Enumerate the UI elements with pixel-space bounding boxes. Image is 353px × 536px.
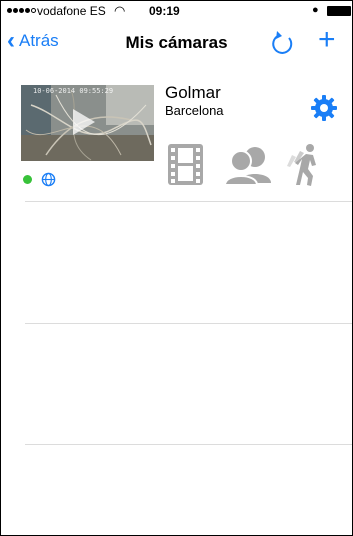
- app-frame: vodafone ES ◠ 09:19 ● ‹ Atrás Mis cámara…: [0, 0, 353, 536]
- camera-thumbnail[interactable]: 10-06-2014 09:55:29: [21, 85, 154, 161]
- film-icon[interactable]: [167, 143, 204, 186]
- navigation-bar: ‹ Atrás Mis cámaras +: [1, 21, 352, 65]
- motion-icon[interactable]: [286, 143, 326, 187]
- wifi-icon: ◠: [114, 3, 126, 18]
- globe-icon: [41, 172, 56, 187]
- list-separator: [25, 444, 352, 445]
- status-time: 09:19: [149, 4, 180, 18]
- alarm-icon: ●: [312, 4, 319, 16]
- add-camera-button[interactable]: +: [318, 23, 336, 57]
- gear-icon[interactable]: [310, 94, 338, 122]
- status-bar: vodafone ES ◠ 09:19 ●: [1, 1, 352, 21]
- users-icon[interactable]: [223, 145, 273, 185]
- refresh-icon[interactable]: [269, 29, 297, 57]
- camera-name: Golmar: [165, 83, 221, 102]
- camera-location: Barcelona: [165, 103, 224, 118]
- list-separator: [25, 201, 352, 202]
- camera-timestamp: 10-06-2014 09:55:29: [33, 87, 114, 95]
- camera-row[interactable]: 10-06-2014 09:55:29 Golmar Barcelona: [1, 79, 352, 201]
- battery-icon: [327, 6, 351, 16]
- carrier-label: vodafone ES: [37, 4, 106, 18]
- play-icon[interactable]: [73, 109, 95, 135]
- online-status-indicator: [23, 175, 32, 184]
- list-separator: [25, 323, 352, 324]
- page-title: Mis cámaras: [125, 33, 228, 52]
- signal-strength-icon: [7, 8, 36, 13]
